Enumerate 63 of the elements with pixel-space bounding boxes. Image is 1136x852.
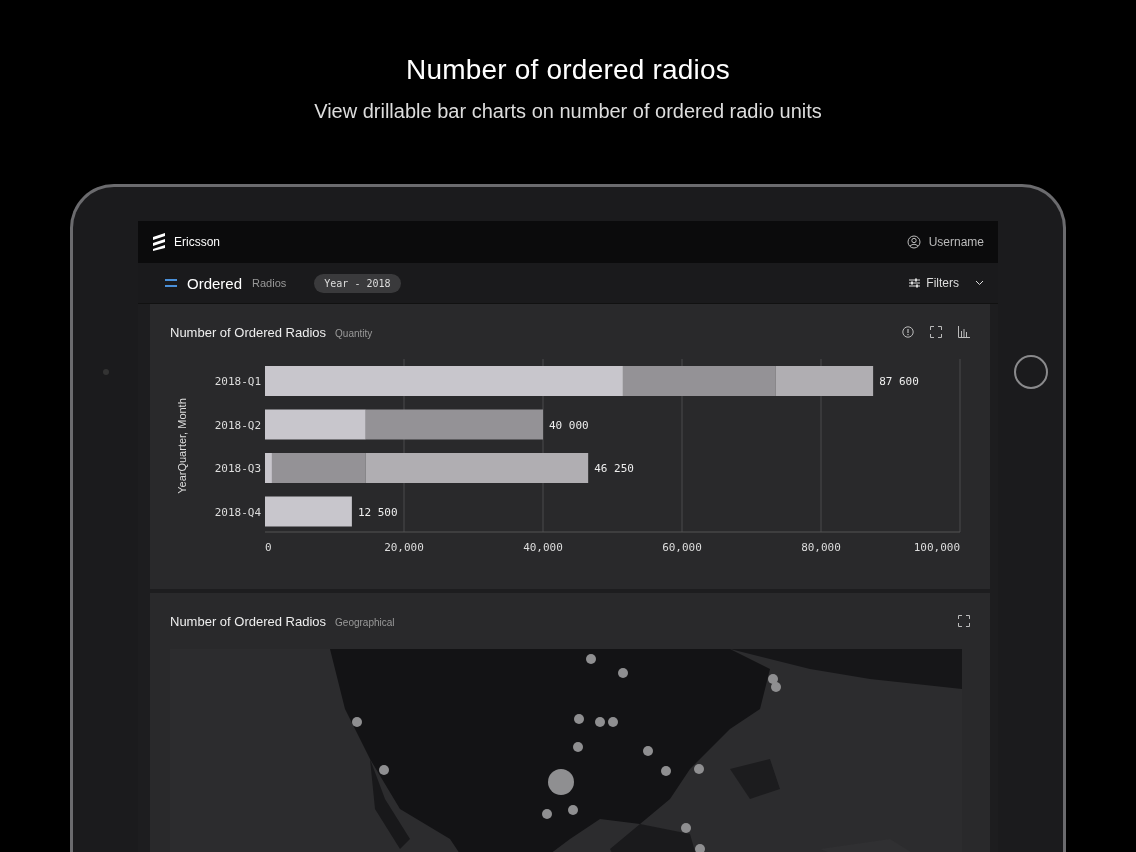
map-marker[interactable]	[542, 809, 552, 819]
info-icon	[902, 326, 914, 338]
filters-button[interactable]: Filters	[909, 276, 984, 290]
map-marker[interactable]	[608, 717, 618, 727]
username-link[interactable]: Username	[928, 235, 984, 249]
map-marker[interactable]	[695, 844, 705, 852]
axis-tick-label: 60,000	[662, 541, 702, 554]
card-subtitle: Quantity	[335, 327, 373, 339]
caret-icon	[975, 280, 984, 286]
data-label: 87 600	[879, 375, 919, 388]
card-subtitle: Geographical	[335, 616, 395, 628]
map-marker[interactable]	[573, 742, 583, 752]
map-marker[interactable]	[694, 764, 704, 774]
page-title: Ordered	[187, 274, 243, 292]
category-label: 2018-Q4	[214, 505, 261, 519]
map-marker[interactable]	[768, 674, 778, 684]
home-button[interactable]	[1013, 354, 1048, 389]
map-marker[interactable]	[574, 714, 584, 724]
map-marker[interactable]	[681, 823, 691, 833]
menu-button[interactable]	[165, 278, 177, 288]
chart-type-button[interactable]	[958, 326, 970, 338]
bar-chart-icon	[958, 326, 970, 338]
promo-title: Number of ordered radios	[406, 54, 730, 86]
sliders-icon	[909, 278, 921, 288]
fullscreen-button[interactable]	[958, 615, 970, 627]
brand-name: Ericsson	[174, 235, 220, 249]
fullscreen-button[interactable]	[930, 326, 942, 338]
axis-tick-label: 20,000	[384, 541, 424, 554]
map-marker[interactable]	[379, 765, 389, 775]
map-marker[interactable]	[618, 668, 628, 678]
axis-tick-label: 80,000	[801, 541, 841, 554]
promo-subtitle: View drillable bar charts on number of ordered radio units	[314, 100, 822, 123]
expand-icon	[958, 615, 970, 627]
expand-icon	[930, 326, 942, 338]
axis-title: YearQuarter, Month	[176, 398, 188, 494]
map-marker[interactable]	[548, 769, 574, 795]
menu-icon	[165, 278, 177, 288]
user-icon[interactable]	[906, 235, 921, 249]
data-label: 40 000	[549, 418, 589, 432]
year-filter-chip[interactable]: Year - 2018	[314, 273, 401, 293]
camera-dot	[102, 368, 109, 375]
page-subtitle: Radios	[252, 277, 287, 289]
map-marker[interactable]	[352, 717, 362, 727]
axis-tick-label: 100,000	[913, 541, 960, 554]
map-marker[interactable]	[595, 717, 605, 727]
data-label: 12 500	[357, 505, 398, 519]
map-marker[interactable]	[661, 766, 671, 776]
category-label: 2018-Q2	[214, 418, 261, 432]
axis-tick-label: 40,000	[523, 541, 563, 554]
bar-segment[interactable]	[265, 409, 366, 440]
bar-segment[interactable]	[265, 496, 352, 527]
category-label: 2018-Q3	[214, 462, 261, 475]
map-marker[interactable]	[771, 682, 781, 692]
card-title: Number of Ordered Radios	[170, 613, 327, 629]
info-button[interactable]	[902, 326, 914, 338]
category-label: 2018-Q1	[214, 375, 261, 388]
axis-tick-label: 0	[265, 541, 272, 554]
card-title: Number of Ordered Radios	[170, 324, 327, 340]
map-marker[interactable]	[643, 746, 653, 756]
map-marker[interactable]	[568, 805, 578, 815]
map-marker[interactable]	[586, 654, 596, 664]
ericsson-logo-icon	[152, 233, 166, 251]
data-label: 46 250	[594, 462, 634, 475]
